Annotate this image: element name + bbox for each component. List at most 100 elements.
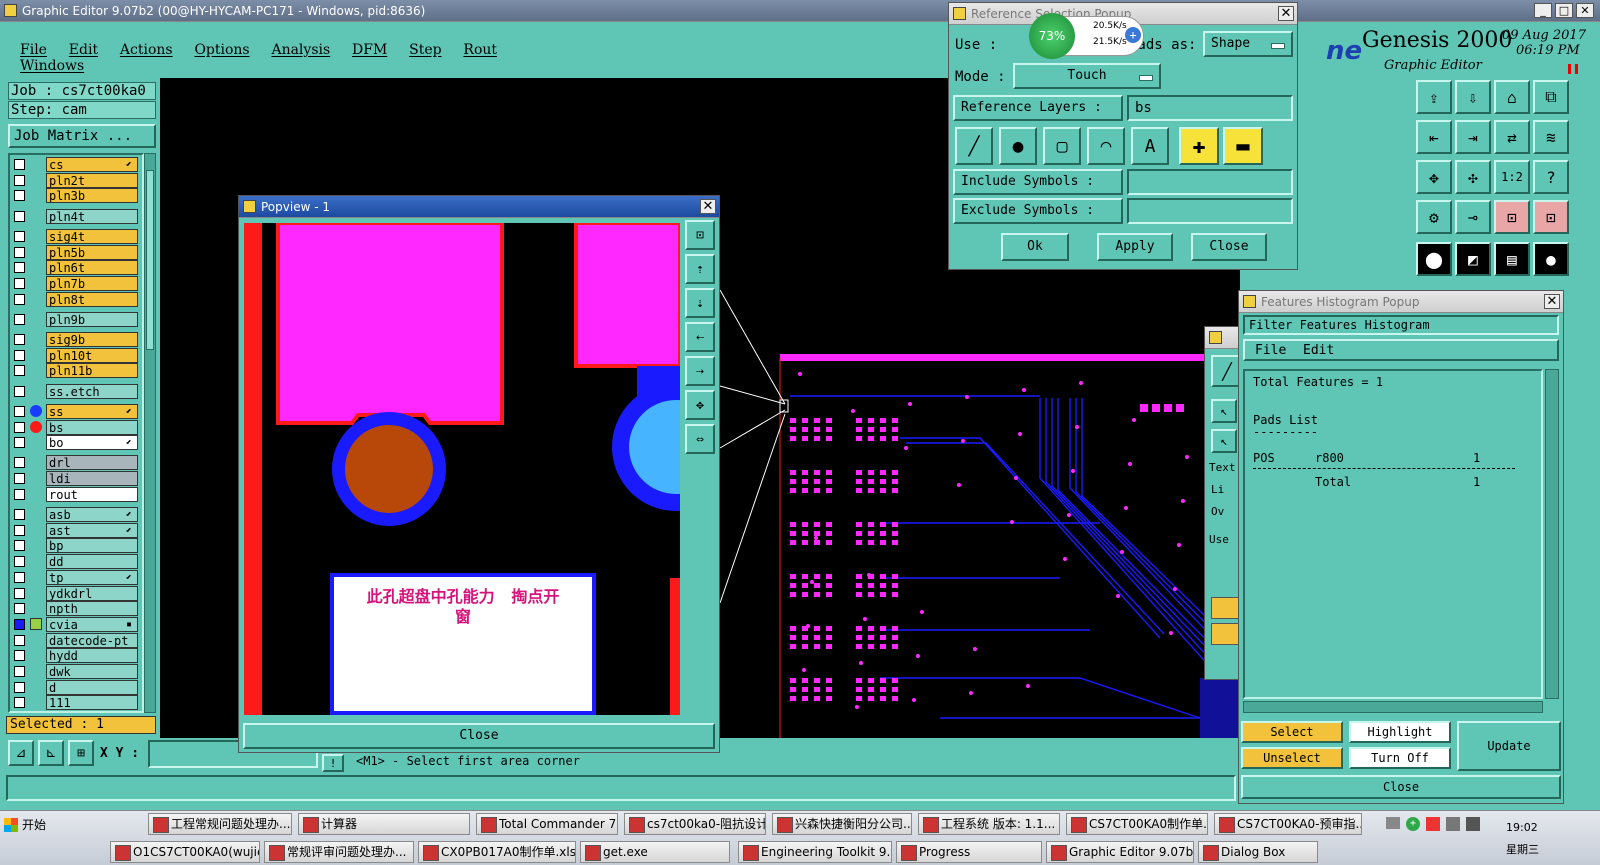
- layer-checkbox[interactable]: [14, 174, 25, 186]
- taskbar-button[interactable]: O1CS7CT00KA0(wujieju...: [110, 841, 260, 863]
- layer-row[interactable]: dd: [12, 554, 138, 570]
- histogram-vscroll[interactable]: [1545, 369, 1559, 699]
- turn-off-button[interactable]: Turn Off: [1349, 747, 1451, 769]
- question-icon[interactable]: ?: [1533, 160, 1569, 194]
- layer-row[interactable]: bo ⬋: [12, 435, 138, 451]
- layer-row[interactable]: pln4t: [12, 208, 138, 224]
- pan-up-icon[interactable]: ⇡: [685, 254, 715, 284]
- layer-row[interactable]: npth: [12, 601, 138, 617]
- taskbar-button[interactable]: 兴森快捷衡阳分公司...: [772, 813, 912, 835]
- menu-rout[interactable]: Rout: [463, 42, 497, 58]
- layer-row[interactable]: datecode-pt: [12, 632, 138, 648]
- layer-checkbox[interactable]: [14, 473, 25, 485]
- layer-checkbox[interactable]: [14, 190, 25, 202]
- ok-button[interactable]: Ok: [1001, 233, 1069, 261]
- layer-row[interactable]: pln8t: [12, 291, 138, 307]
- layer-row[interactable]: ast ⬋: [12, 522, 138, 538]
- add-icon[interactable]: +: [1125, 27, 1141, 43]
- layer-checkbox[interactable]: [14, 618, 25, 630]
- zoom-fit-icon[interactable]: ⊡: [685, 220, 715, 250]
- layer-row[interactable]: d: [12, 679, 138, 695]
- probe-icon[interactable]: ⊸: [1455, 200, 1491, 234]
- layer-checkbox[interactable]: [14, 293, 25, 305]
- mode-select[interactable]: Touch: [1013, 63, 1161, 89]
- layer-checkbox[interactable]: [14, 230, 25, 242]
- start-button[interactable]: 开始: [2, 813, 62, 837]
- wave-icon[interactable]: ≋: [1533, 120, 1569, 154]
- layer-checkbox[interactable]: [14, 556, 25, 568]
- highlight-button[interactable]: Highlight: [1349, 721, 1451, 743]
- home-icon[interactable]: ⌂: [1494, 80, 1530, 114]
- layer-checkbox[interactable]: [14, 385, 25, 397]
- layer-red-icon[interactable]: ⊡: [1494, 200, 1530, 234]
- layer-checkbox[interactable]: [14, 313, 25, 325]
- layer-scrollbar[interactable]: [144, 153, 156, 713]
- ruler-icon[interactable]: ▤: [1494, 242, 1530, 276]
- update-button[interactable]: Update: [1457, 721, 1561, 771]
- layer-checkbox[interactable]: [14, 405, 25, 417]
- layer-checkbox[interactable]: [14, 571, 25, 583]
- taskbar-button[interactable]: Engineering Toolkit 9.07: [738, 841, 892, 863]
- menu-options[interactable]: Options: [194, 42, 249, 58]
- positive-polarity-icon[interactable]: ✚: [1179, 127, 1219, 165]
- taskbar-button[interactable]: Total Commander 7.0 ...: [476, 813, 618, 835]
- arc-shape-icon[interactable]: ◠: [1087, 127, 1125, 165]
- net-widget[interactable]: 73% 20.5K/s 21.5K/s +: [1029, 13, 1144, 59]
- layer-checkbox[interactable]: [14, 277, 25, 289]
- layer-row[interactable]: pln7b: [12, 275, 138, 291]
- job-matrix-button[interactable]: Job Matrix ...: [8, 124, 156, 148]
- unselect-button[interactable]: Unselect: [1241, 747, 1343, 769]
- taskbar-button[interactable]: 计算器: [298, 813, 470, 835]
- layer-row[interactable]: pln5b: [12, 244, 138, 260]
- grid-tool-icon[interactable]: ⊞: [68, 740, 94, 766]
- menu-dfm[interactable]: DFM: [352, 42, 387, 58]
- layer-row[interactable]: rout: [12, 486, 138, 502]
- right-icon[interactable]: ⇥: [1455, 120, 1491, 154]
- layer-row[interactable]: ldi: [12, 471, 138, 487]
- layer-row[interactable]: pln6t: [12, 260, 138, 276]
- tray-volume-icon[interactable]: [1466, 817, 1480, 831]
- taskbar-button[interactable]: cs7ct00ka0-阻抗设计...: [624, 813, 766, 835]
- popview-close-button[interactable]: Close: [243, 723, 715, 749]
- layer-row[interactable]: drl: [12, 455, 138, 471]
- layer-checkbox[interactable]: [14, 697, 25, 709]
- tray-printer-icon[interactable]: [1386, 817, 1400, 829]
- pan-down-icon[interactable]: ⇣: [685, 288, 715, 318]
- settings-icon[interactable]: ⚙: [1416, 200, 1452, 234]
- layer-row[interactable]: pln2t: [12, 172, 138, 188]
- layer-row[interactable]: bs: [12, 419, 138, 435]
- close-icon[interactable]: ✕: [1576, 3, 1594, 18]
- layer-checkbox[interactable]: [14, 650, 25, 662]
- layer-checkbox[interactable]: [14, 603, 25, 615]
- histogram-hscroll[interactable]: [1243, 701, 1543, 713]
- ref-popup-close-icon[interactable]: ✕: [1278, 6, 1294, 21]
- tray-shield-icon[interactable]: [1426, 817, 1440, 831]
- exclude-symbols-input[interactable]: [1127, 198, 1293, 224]
- layer-row[interactable]: asb ⬋: [12, 507, 138, 522]
- move-down-icon[interactable]: ⇩: [1455, 80, 1491, 114]
- menu-edit[interactable]: Edit: [69, 42, 98, 58]
- measure-tool-icon[interactable]: ⊾: [38, 740, 64, 766]
- layer-row[interactable]: cvia ▪: [12, 616, 138, 632]
- minimize-icon[interactable]: _: [1534, 3, 1552, 18]
- popview-canvas[interactable]: 此孔超盘中孔能力 掏点开 窗: [244, 223, 680, 715]
- layer-checkbox[interactable]: [14, 587, 25, 599]
- layer-row[interactable]: dwk: [12, 664, 138, 679]
- tray-network-icon[interactable]: [1446, 817, 1460, 831]
- histogram-close-button[interactable]: Close: [1241, 775, 1561, 799]
- center-icon[interactable]: ✣: [1455, 160, 1491, 194]
- menu-analysis[interactable]: Analysis: [271, 42, 330, 58]
- window-controls[interactable]: _ □ ✕: [1534, 3, 1596, 19]
- hidden-arrow2-icon[interactable]: ↖: [1211, 429, 1237, 453]
- dot-icon[interactable]: ●: [1533, 242, 1569, 276]
- layer-row[interactable]: cs ⬋: [12, 157, 138, 172]
- menu-windows[interactable]: Windows: [20, 58, 84, 74]
- shape-icon[interactable]: ◩: [1455, 242, 1491, 276]
- layer-row[interactable]: tp ⬋: [12, 569, 138, 585]
- hidden-arrow-icon[interactable]: ↖: [1211, 399, 1237, 423]
- scroll-thumb[interactable]: [146, 170, 154, 350]
- pad-shape-icon[interactable]: ●: [999, 127, 1037, 165]
- layer-checkbox[interactable]: [14, 334, 25, 345]
- select-button[interactable]: Select: [1241, 721, 1343, 743]
- layer-row[interactable]: sig4t: [12, 228, 138, 244]
